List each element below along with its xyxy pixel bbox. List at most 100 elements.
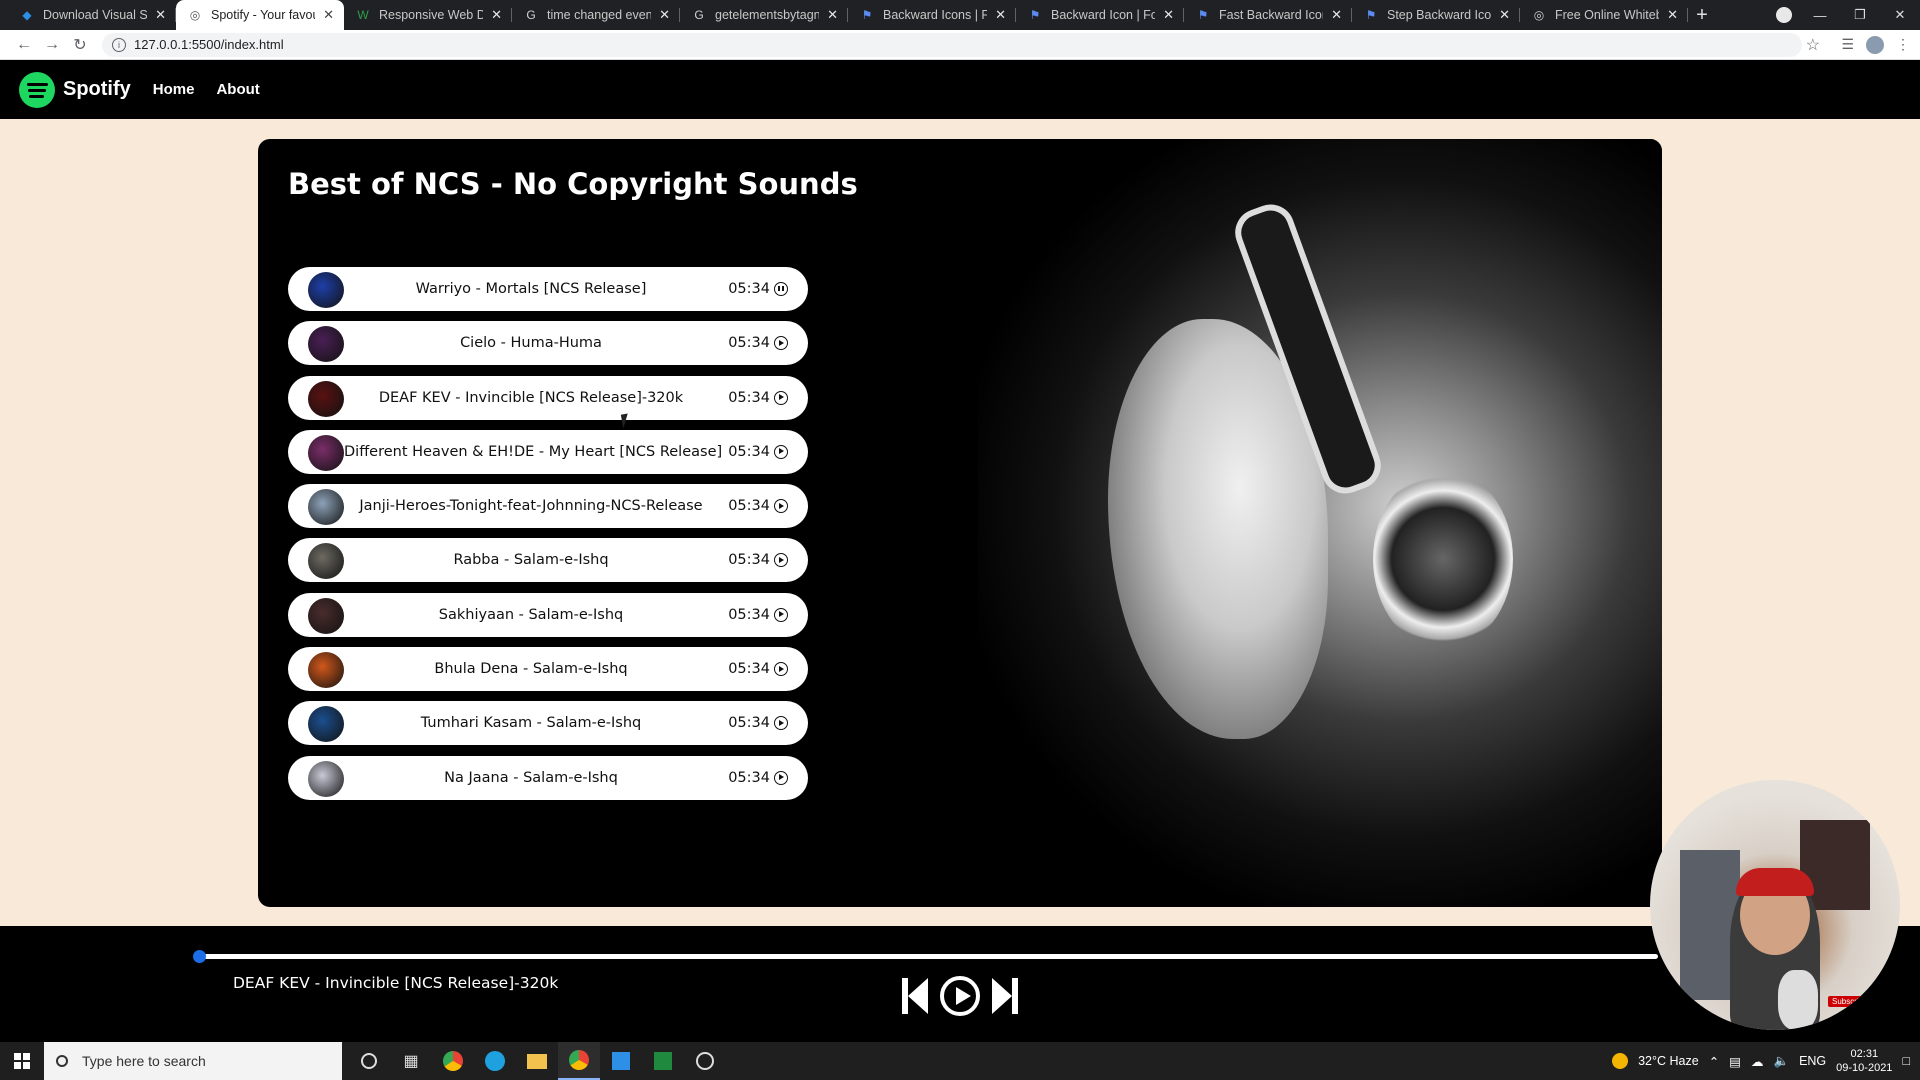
weather-icon[interactable]	[1612, 1053, 1629, 1069]
vscode-taskbar-icon[interactable]	[600, 1042, 642, 1080]
tab-close-icon[interactable]: ✕	[323, 7, 334, 23]
tray-chevron-icon[interactable]: ⌃	[1709, 1054, 1719, 1069]
browser-tab-title: Backward Icon | Font Aw	[1051, 8, 1156, 22]
tab-close-icon[interactable]: ✕	[659, 7, 670, 23]
nav-link-about[interactable]: About	[216, 81, 259, 98]
excel-icon[interactable]	[642, 1042, 684, 1080]
url-field[interactable]: i 127.0.0.1:5500/index.html	[102, 32, 1802, 57]
close-window-icon[interactable]: ✕	[1880, 7, 1920, 23]
tab-close-icon[interactable]: ✕	[1667, 7, 1678, 23]
volume-icon[interactable]: 🔈	[1773, 1054, 1789, 1069]
taskbar-search-placeholder: Type here to search	[82, 1053, 206, 1069]
play-circle-icon[interactable]	[774, 770, 788, 785]
spotify-logo-icon[interactable]	[19, 71, 55, 108]
file-explorer-icon[interactable]	[516, 1042, 558, 1080]
taskbar-clock[interactable]: 02:31 09-10-2021	[1836, 1047, 1892, 1075]
network-icon[interactable]: ▤	[1729, 1054, 1741, 1069]
brand-name[interactable]: Spotify	[63, 78, 131, 101]
chrome-icon[interactable]	[432, 1042, 474, 1080]
browser-tab[interactable]: ⚑ Backward Icon | Font Aw ✕	[1016, 0, 1184, 30]
song-item[interactable]: Sakhiyaan - Salam-e-Ishq 05:34	[288, 592, 808, 637]
play-circle-icon[interactable]	[774, 390, 788, 405]
cloud-icon[interactable]: ☁	[1751, 1054, 1764, 1069]
reading-list-icon[interactable]: ☰	[1841, 36, 1854, 53]
playlist-title: Best of NCS - No Copyright Sounds	[288, 167, 858, 201]
chrome-active-icon[interactable]	[558, 1042, 600, 1080]
browser-tab-title: Download Visual Studio	[43, 8, 148, 22]
song-name: Warriyo - Mortals [NCS Release]	[415, 281, 647, 297]
notification-icon[interactable]: □	[1902, 1054, 1910, 1068]
song-cover	[308, 706, 344, 743]
language-indicator[interactable]: ENG	[1799, 1054, 1826, 1068]
song-cover	[308, 434, 344, 471]
bookmark-star-icon[interactable]: ☆	[1806, 35, 1820, 55]
browser-tab[interactable]: ◎ Spotify - Your favourite ✕	[176, 0, 344, 30]
browser-tab[interactable]: ⚑ Backward Icons | Font A ✕	[848, 0, 1016, 30]
weather-text[interactable]: 32°C Haze	[1638, 1054, 1699, 1068]
tab-close-icon[interactable]: ✕	[827, 7, 838, 23]
play-circle-icon[interactable]	[774, 499, 788, 514]
forward-icon[interactable]: →	[38, 36, 66, 54]
song-item[interactable]: Warriyo - Mortals [NCS Release] 05:34	[288, 267, 808, 311]
tab-close-icon[interactable]: ✕	[1331, 7, 1342, 23]
webcam-overlay: Subscribe	[1650, 780, 1900, 1030]
play-circle-icon[interactable]	[774, 444, 788, 459]
play-icon[interactable]	[940, 976, 980, 1016]
browser-tab[interactable]: ⚑ Fast Backward Icon | Fo ✕	[1184, 0, 1352, 30]
song-item[interactable]: Cielo - Huma-Huma 05:34	[288, 321, 808, 366]
back-icon[interactable]: ←	[10, 36, 38, 54]
previous-icon[interactable]	[900, 976, 930, 1016]
taskbar-search[interactable]: Type here to search	[44, 1042, 342, 1080]
info-icon[interactable]: i	[112, 37, 126, 52]
restore-icon[interactable]: ❐	[1840, 7, 1880, 23]
browser-tab-title: getelementsbytagname	[715, 8, 820, 22]
song-item[interactable]: Janji-Heroes-Tonight-feat-Johnning-NCS-R…	[288, 484, 808, 529]
progress-knob[interactable]	[193, 950, 206, 963]
menu-icon[interactable]: ⋮	[1896, 36, 1910, 53]
start-button[interactable]	[0, 1053, 44, 1069]
pause-circle-icon[interactable]	[774, 282, 788, 296]
browser-tab[interactable]: Ggetelementsbytagname ✕	[680, 0, 848, 30]
play-circle-icon[interactable]	[774, 607, 788, 622]
song-item[interactable]: Rabba - Salam-e-Ishq 05:34	[288, 538, 808, 583]
tab-close-icon[interactable]: ✕	[1163, 7, 1174, 23]
tab-close-icon[interactable]: ✕	[995, 7, 1006, 23]
play-circle-icon[interactable]	[774, 716, 788, 731]
song-item[interactable]: Different Heaven & EH!DE - My Heart [NCS…	[288, 429, 808, 474]
edge-icon[interactable]	[474, 1042, 516, 1080]
song-item[interactable]: Tumhari Kasam - Salam-e-Ishq 05:34	[288, 701, 808, 746]
profile-avatar[interactable]	[1866, 35, 1884, 54]
browser-tab-title: Spotify - Your favourite	[211, 8, 315, 22]
browser-tab-title: Responsive Web Design	[379, 8, 484, 22]
cortana-icon[interactable]	[348, 1042, 390, 1080]
play-circle-icon[interactable]	[774, 662, 788, 677]
now-playing-title: DEAF KEV - Invincible [NCS Release]-320k	[233, 974, 559, 992]
song-duration: 05:34	[728, 389, 770, 406]
browser-tab[interactable]: ◆ Download Visual Studio ✕	[8, 0, 176, 30]
song-item[interactable]: Na Jaana - Salam-e-Ishq 05:34	[288, 755, 808, 800]
new-tab-button[interactable]: +	[1688, 0, 1716, 30]
song-name: Rabba - Salam-e-Ishq	[453, 552, 609, 569]
tab-close-icon[interactable]: ✕	[491, 7, 502, 23]
song-item[interactable]: Bhula Dena - Salam-e-Ishq 05:34	[288, 647, 808, 692]
globe-icon: ◎	[189, 8, 201, 22]
windows-logo-icon	[14, 1053, 30, 1069]
obs-icon[interactable]	[684, 1042, 726, 1080]
play-circle-icon[interactable]	[774, 336, 788, 351]
tab-close-icon[interactable]: ✕	[155, 7, 166, 23]
tab-search-icon[interactable]	[1776, 7, 1792, 23]
browser-tab[interactable]: W Responsive Web Design ✕	[344, 0, 512, 30]
song-item[interactable]: DEAF KEV - Invincible [NCS Release]-320k…	[288, 375, 808, 420]
song-name: Cielo - Huma-Huma	[460, 335, 602, 352]
nav-link-home[interactable]: Home	[153, 81, 195, 98]
progress-bar[interactable]	[198, 954, 1658, 959]
browser-tab[interactable]: ◎ Free Online Whiteboard ✕	[1520, 0, 1688, 30]
play-circle-icon[interactable]	[774, 553, 788, 568]
tab-close-icon[interactable]: ✕	[1499, 7, 1510, 23]
browser-tab[interactable]: ⚑ Step Backward Icon | Fo ✕	[1352, 0, 1520, 30]
next-icon[interactable]	[990, 976, 1020, 1016]
browser-tab[interactable]: Gtime changed event of a ✕	[512, 0, 680, 30]
task-view-icon[interactable]: ▦	[390, 1042, 432, 1080]
minimize-icon[interactable]: —	[1800, 8, 1840, 23]
reload-icon[interactable]: ↻	[66, 35, 94, 55]
